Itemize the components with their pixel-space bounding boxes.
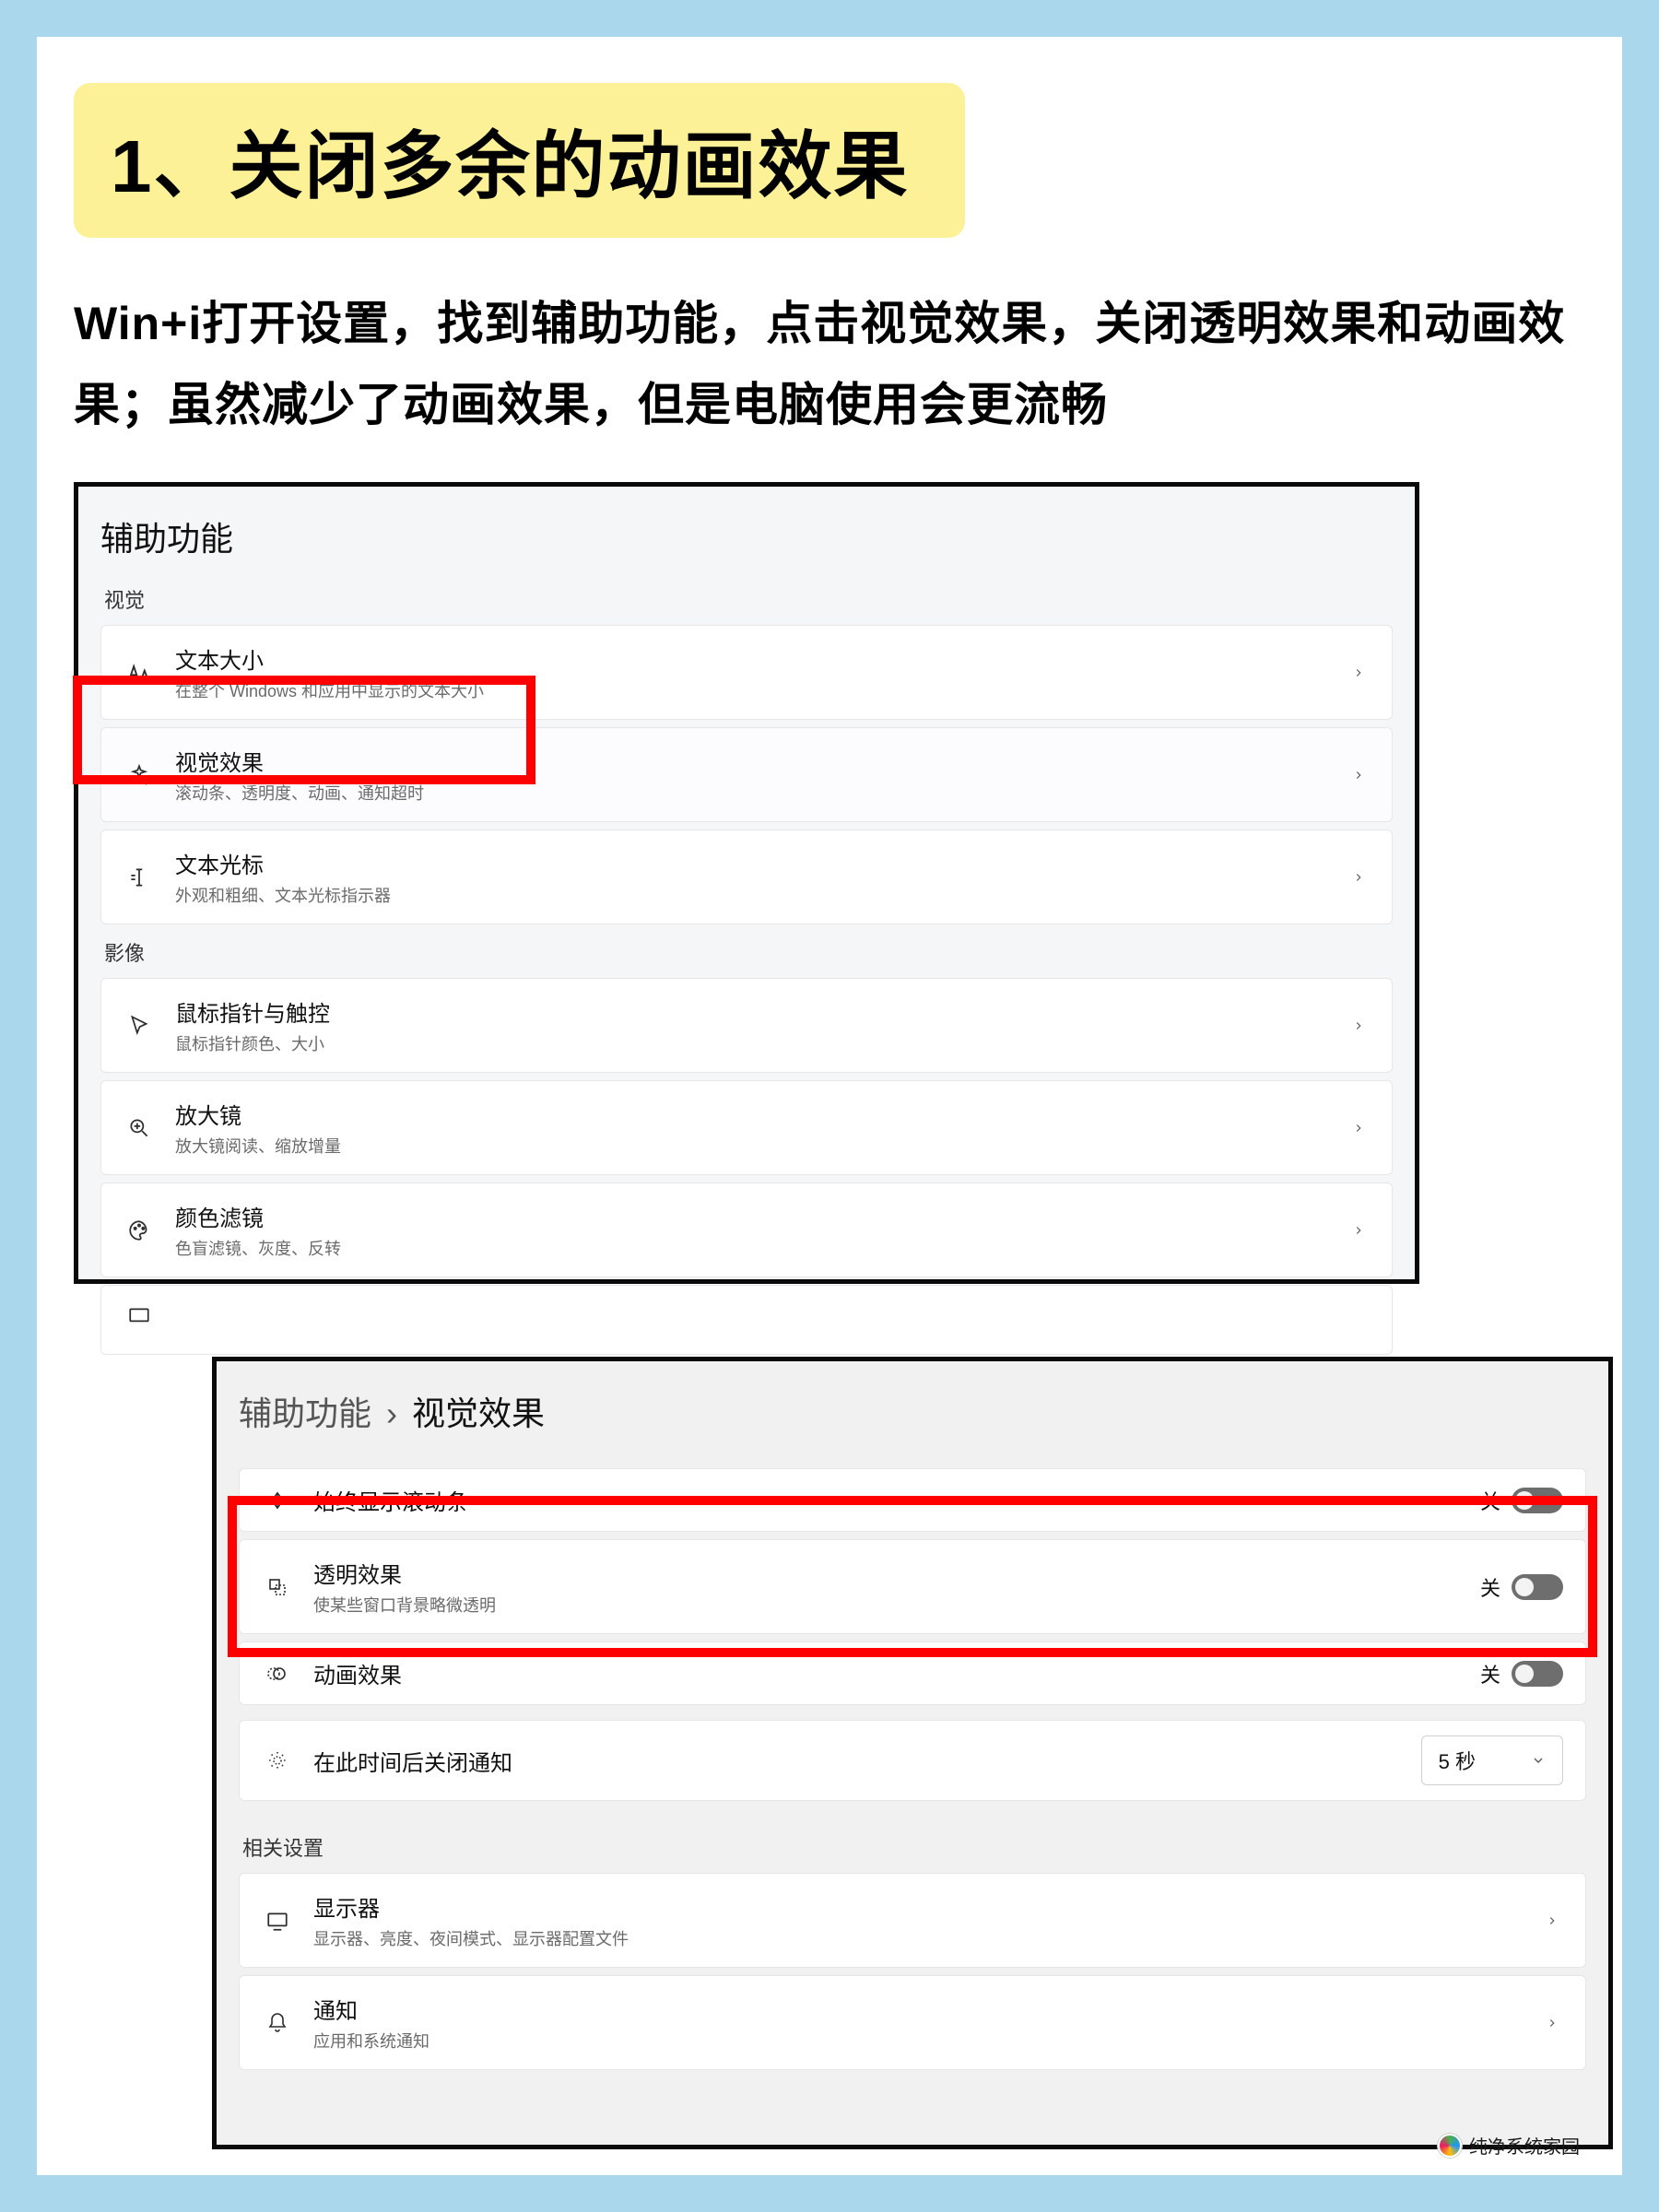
row-pointer[interactable]: 鼠标指针与触控 鼠标指针颜色、大小 [100, 978, 1393, 1073]
row-display[interactable]: 显示器 显示器、亮度、夜间模式、显示器配置文件 [239, 1873, 1586, 1968]
page: 1、关闭多余的动画效果 Win+i打开设置，找到辅助功能，点击视觉效果，关闭透明… [37, 37, 1622, 2175]
row-scrollbar[interactable]: 始终显示滚动条 关 [239, 1468, 1586, 1532]
display-icon [124, 1300, 155, 1332]
row-animation-title: 动画效果 [313, 1657, 1460, 1689]
breadcrumb-separator: › [386, 1394, 397, 1432]
row-text-size-texts: 文本大小 在整个 Windows 和应用中显示的文本大小 [175, 642, 1327, 702]
palette-icon [124, 1215, 155, 1246]
accessibility-window: 辅助功能 视觉 文本大小 在整个 Windows 和应用中显示的文本大小 视觉效… [74, 482, 1419, 1284]
row-text-cursor-texts: 文本光标 外观和粗细、文本光标指示器 [175, 847, 1327, 907]
row-color-filter-texts: 颜色滤镜 色盲滤镜、灰度、反转 [175, 1200, 1327, 1260]
row-dismiss-notif[interactable]: 在此时间后关闭通知 5 秒 [239, 1720, 1586, 1801]
text-size-icon [124, 657, 155, 688]
row-transparency[interactable]: 透明效果 使某些窗口背景略微透明 关 [239, 1539, 1586, 1634]
description-text: Win+i打开设置，找到辅助功能，点击视觉效果，关闭透明效果和动画效果；虽然减少… [74, 284, 1585, 445]
section-image-label: 影像 [104, 937, 1393, 967]
transparency-toggle[interactable]: 关 [1480, 1572, 1563, 1602]
scrollbar-toggle-label: 关 [1480, 1486, 1500, 1515]
breadcrumb-current: 视觉效果 [412, 1394, 545, 1432]
row-visual-effects-sub: 滚动条、透明度、动画、通知超时 [175, 781, 1327, 805]
chevron-right-icon [1541, 1910, 1563, 1932]
row-visual-effects[interactable]: 视觉效果 滚动条、透明度、动画、通知超时 [100, 727, 1393, 822]
bell-icon [262, 2007, 293, 2039]
row-animation[interactable]: 动画效果 关 [239, 1641, 1586, 1705]
magnifier-icon [124, 1112, 155, 1144]
row-notifications-title: 通知 [313, 1993, 1521, 2025]
text-cursor-icon [124, 862, 155, 893]
row-magnifier[interactable]: 放大镜 放大镜阅读、缩放增量 [100, 1080, 1393, 1175]
row-text-cursor-sub: 外观和粗细、文本光标指示器 [175, 883, 1327, 907]
chevron-right-icon [1347, 1117, 1370, 1139]
row-pointer-texts: 鼠标指针与触控 鼠标指针颜色、大小 [175, 995, 1327, 1055]
breadcrumb: 辅助功能 › 视觉效果 [239, 1387, 1586, 1435]
pointer-icon [124, 1010, 155, 1041]
row-visual-effects-title: 视觉效果 [175, 745, 1327, 777]
monitor-icon [262, 1905, 293, 1936]
row-transparency-title: 透明效果 [313, 1557, 1460, 1589]
toggle-off-icon [1512, 1661, 1563, 1687]
row-display-texts: 显示器 显示器、亮度、夜间模式、显示器配置文件 [313, 1890, 1521, 1950]
row-magnifier-texts: 放大镜 放大镜阅读、缩放增量 [175, 1098, 1327, 1158]
row-transparency-sub: 使某些窗口背景略微透明 [313, 1593, 1460, 1617]
row-scrollbar-title: 始终显示滚动条 [313, 1484, 1460, 1516]
chevron-right-icon [1347, 1219, 1370, 1241]
dismiss-dropdown-value: 5 秒 [1439, 1746, 1476, 1775]
row-notifications-sub: 应用和系统通知 [313, 2029, 1521, 2053]
chevron-right-icon [1347, 1015, 1370, 1037]
window-title: 辅助功能 [100, 512, 1393, 560]
row-text-size-title: 文本大小 [175, 642, 1327, 675]
animation-toggle[interactable]: 关 [1480, 1659, 1563, 1688]
row-magnifier-title: 放大镜 [175, 1098, 1327, 1130]
row-display-title: 显示器 [313, 1890, 1521, 1923]
sparkle-icon [124, 759, 155, 791]
chevron-right-icon [1541, 2012, 1563, 2034]
row-text-size[interactable]: 文本大小 在整个 Windows 和应用中显示的文本大小 [100, 625, 1393, 720]
row-color-filter-sub: 色盲滤镜、灰度、反转 [175, 1236, 1327, 1260]
row-text-cursor-title: 文本光标 [175, 847, 1327, 879]
dismiss-dropdown[interactable]: 5 秒 [1421, 1735, 1563, 1785]
breadcrumb-parent[interactable]: 辅助功能 [239, 1394, 371, 1432]
sun-icon [262, 1745, 293, 1776]
related-settings-label: 相关设置 [242, 1832, 1586, 1862]
row-color-filter-title: 颜色滤镜 [175, 1200, 1327, 1232]
toggle-off-icon [1512, 1488, 1563, 1513]
row-transparency-texts: 透明效果 使某些窗口背景略微透明 [313, 1557, 1460, 1617]
row-visual-effects-texts: 视觉效果 滚动条、透明度、动画、通知超时 [175, 745, 1327, 805]
row-magnifier-sub: 放大镜阅读、缩放增量 [175, 1134, 1327, 1158]
row-notifications-texts: 通知 应用和系统通知 [313, 1993, 1521, 2053]
row-display-sub: 显示器、亮度、夜间模式、显示器配置文件 [313, 1926, 1521, 1950]
chevron-right-icon [1347, 866, 1370, 888]
watermark: 纯净系统家园 [1438, 2132, 1580, 2159]
animation-icon [262, 1658, 293, 1689]
transparency-toggle-label: 关 [1480, 1572, 1500, 1602]
toggle-off-icon [1512, 1574, 1563, 1600]
chevron-right-icon [1347, 764, 1370, 786]
row-pointer-sub: 鼠标指针颜色、大小 [175, 1031, 1327, 1055]
row-color-filter[interactable]: 颜色滤镜 色盲滤镜、灰度、反转 [100, 1182, 1393, 1277]
visual-effects-window: 辅助功能 › 视觉效果 始终显示滚动条 关 透明效果 使某些窗口背景 [212, 1357, 1613, 2149]
row-notifications[interactable]: 通知 应用和系统通知 [239, 1975, 1586, 2070]
animation-toggle-label: 关 [1480, 1659, 1500, 1688]
row-cutoff[interactable] [100, 1285, 1393, 1355]
row-pointer-title: 鼠标指针与触控 [175, 995, 1327, 1028]
transparency-icon [262, 1571, 293, 1603]
row-animation-texts: 动画效果 [313, 1657, 1460, 1689]
logo-icon [1438, 2134, 1462, 2158]
section-vision-label: 视觉 [104, 584, 1393, 614]
row-dismiss-title: 在此时间后关闭通知 [313, 1745, 1401, 1777]
watermark-text: 纯净系统家园 [1469, 2132, 1580, 2159]
row-scrollbar-texts: 始终显示滚动条 [313, 1484, 1460, 1516]
scrollbar-toggle[interactable]: 关 [1480, 1486, 1563, 1515]
chevron-right-icon [1347, 662, 1370, 684]
scrollbar-icon [262, 1485, 293, 1516]
page-title: 1、关闭多余的动画效果 [74, 83, 965, 238]
row-text-size-sub: 在整个 Windows 和应用中显示的文本大小 [175, 678, 1327, 702]
chevron-down-icon [1531, 1753, 1546, 1768]
row-dismiss-texts: 在此时间后关闭通知 [313, 1745, 1401, 1777]
row-text-cursor[interactable]: 文本光标 外观和粗细、文本光标指示器 [100, 830, 1393, 924]
